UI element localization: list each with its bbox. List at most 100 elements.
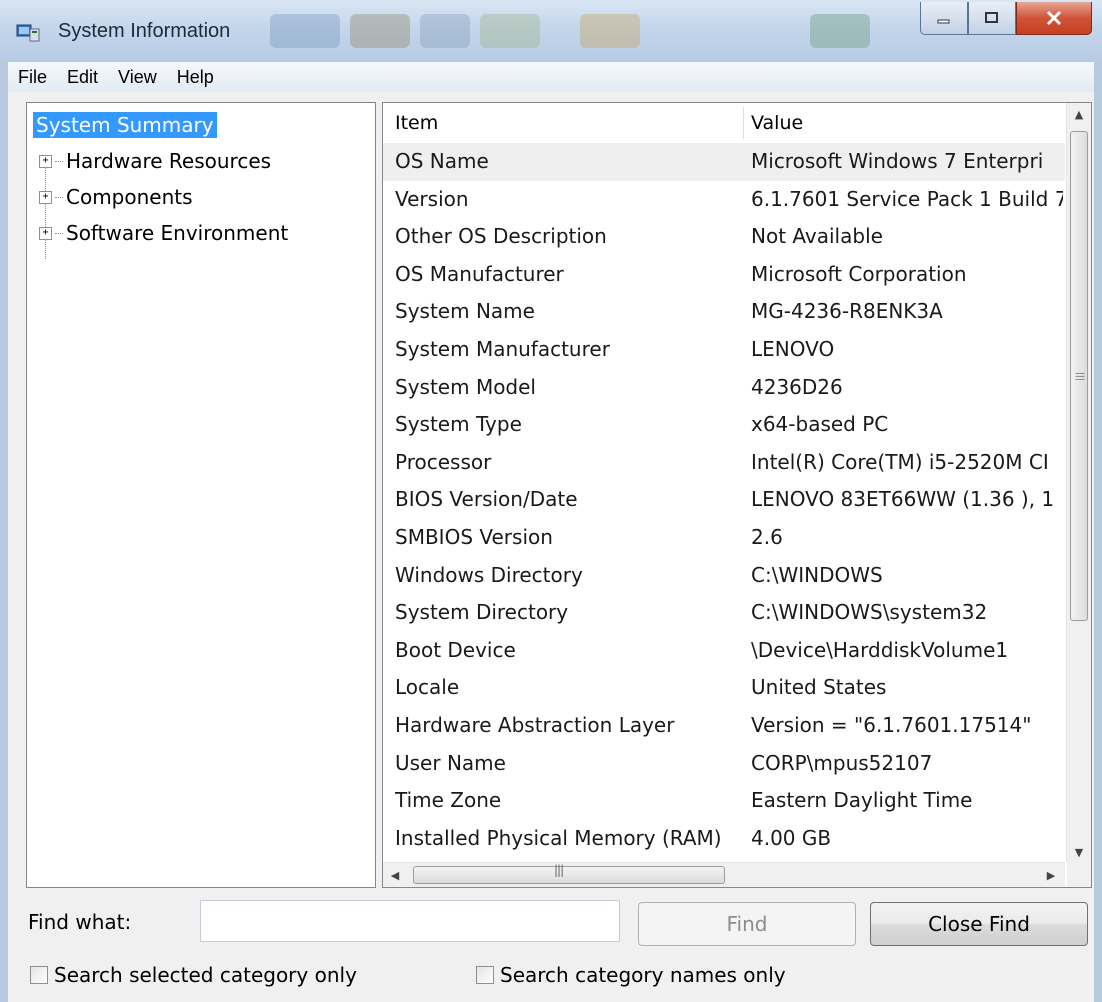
expand-icon[interactable]: + — [39, 154, 52, 168]
item-cell: Version — [395, 186, 469, 211]
list-rows: OS Name Microsoft Windows 7 Enterpri Versi… — [383, 143, 1065, 857]
scroll-up-icon[interactable]: ▲ — [1067, 103, 1091, 125]
find-input[interactable] — [200, 900, 620, 942]
value-cell: 4.00 GB — [751, 825, 832, 850]
item-cell: Installed Physical Memory (RAM) — [395, 825, 722, 850]
close-button[interactable] — [1016, 2, 1092, 35]
item-cell: SMBIOS Version — [395, 524, 553, 549]
find-what-label: Find what: — [28, 910, 132, 934]
scroll-down-icon[interactable]: ▼ — [1067, 841, 1091, 863]
maximize-icon — [985, 12, 998, 23]
value-cell: C:\WINDOWS\system32 — [751, 600, 988, 625]
table-row[interactable]: BIOS Version/Date LENOVO 83ET66WW (1.36 )… — [383, 481, 1065, 519]
grip-icon: ||| — [554, 863, 564, 877]
item-cell: Boot Device — [395, 637, 516, 662]
tree-item-software-environment[interactable]: + Software Environment — [27, 217, 288, 249]
item-cell: System Type — [395, 412, 522, 437]
table-row[interactable]: Time Zone Eastern Daylight Time — [383, 782, 1065, 820]
table-row[interactable]: System Manufacturer LENOVO — [383, 331, 1065, 369]
table-row[interactable]: Other OS Description Not Available — [383, 218, 1065, 256]
value-cell: 2.6 — [751, 524, 783, 549]
tree-item-system-summary[interactable]: System Summary — [33, 109, 217, 141]
tree-item-label: Software Environment — [66, 221, 289, 245]
search-category-names-checkbox[interactable]: Search category names only — [476, 962, 786, 988]
menu-bar: File Edit View Help — [8, 62, 1094, 92]
item-cell: User Name — [395, 750, 506, 775]
caption-buttons — [920, 2, 1092, 36]
client-area: System Summary + Hardware Resources + Co… — [8, 92, 1094, 1002]
grip-icon: — — — — [1075, 368, 1085, 385]
value-cell: Microsoft Corporation — [751, 261, 967, 286]
item-cell: Processor — [395, 449, 492, 474]
tree-item-label: System Summary — [33, 112, 217, 138]
item-cell: System Directory — [395, 600, 569, 625]
tree-dots — [55, 232, 63, 234]
list-header: Item Value — [383, 103, 1065, 144]
checkbox-label: Search category names only — [500, 963, 786, 987]
scroll-left-icon[interactable]: ◀ — [383, 864, 407, 886]
table-row[interactable]: Processor Intel(R) Core(TM) i5-2520M CI — [383, 444, 1065, 482]
system-information-window: System Information File Edit View Help S… — [0, 0, 1102, 1002]
category-tree[interactable]: System Summary + Hardware Resources + Co… — [26, 102, 376, 888]
menu-view[interactable]: View — [108, 67, 167, 88]
table-row[interactable]: User Name CORP\mpus52107 — [383, 745, 1065, 783]
horizontal-scroll-thumb[interactable]: ||| — [413, 863, 725, 884]
close-find-button[interactable]: Close Find — [870, 902, 1088, 946]
table-row[interactable]: Version 6.1.7601 Service Pack 1 Build 7 — [383, 181, 1065, 219]
table-row[interactable]: Installed Physical Memory (RAM) 4.00 GB — [383, 820, 1065, 858]
table-row[interactable]: OS Name Microsoft Windows 7 Enterpri — [383, 143, 1065, 181]
table-row[interactable]: Windows Directory C:\WINDOWS — [383, 557, 1065, 595]
table-row[interactable]: Locale United States — [383, 669, 1065, 707]
menu-edit[interactable]: Edit — [57, 67, 108, 88]
minimize-icon — [937, 19, 950, 24]
item-cell: System Name — [395, 299, 535, 324]
table-row[interactable]: Hardware Abstraction Layer Version = "6.1… — [383, 707, 1065, 745]
checkbox-box[interactable] — [30, 966, 48, 984]
item-cell: BIOS Version/Date — [395, 487, 578, 512]
table-row[interactable]: Boot Device \Device\HarddiskVolume1 — [383, 632, 1065, 670]
expand-icon[interactable]: + — [39, 190, 52, 204]
column-header-value[interactable]: Value — [751, 103, 803, 143]
system-information-icon[interactable] — [16, 22, 40, 42]
tree-item-components[interactable]: + Components — [27, 181, 193, 213]
value-cell: C:\WINDOWS — [751, 562, 883, 587]
value-cell: Microsoft Windows 7 Enterpri — [751, 149, 1044, 173]
menu-help[interactable]: Help — [167, 67, 224, 88]
item-cell: Locale — [395, 675, 460, 700]
scroll-right-icon[interactable]: ▶ — [1039, 864, 1063, 886]
item-cell: OS Name — [395, 149, 489, 173]
find-button[interactable]: Find — [638, 902, 856, 946]
tree-item-label: Hardware Resources — [66, 149, 272, 173]
column-header-item[interactable]: Item — [395, 103, 438, 143]
menu-file[interactable]: File — [8, 67, 57, 88]
value-cell: x64-based PC — [751, 412, 889, 437]
table-row[interactable]: System Name MG-4236-R8ENK3A — [383, 293, 1065, 331]
expand-icon[interactable]: + — [39, 226, 52, 240]
vertical-scrollbar[interactable]: ▲ — — — ▼ — [1066, 103, 1091, 863]
vertical-scroll-thumb[interactable]: — — — — [1070, 131, 1088, 621]
tree-dots — [55, 196, 63, 198]
horizontal-scrollbar[interactable]: ◀ ||| ▶ — [383, 862, 1065, 887]
search-selected-category-checkbox[interactable]: Search selected category only — [30, 962, 357, 988]
table-row[interactable]: System Model 4236D26 — [383, 369, 1065, 407]
table-row[interactable]: OS Manufacturer Microsoft Corporation — [383, 256, 1065, 294]
value-cell: LENOVO — [751, 336, 835, 361]
table-row[interactable]: SMBIOS Version 2.6 — [383, 519, 1065, 557]
column-separator[interactable] — [743, 107, 744, 139]
value-cell: 4236D26 — [751, 374, 843, 399]
table-row[interactable]: System Directory C:\WINDOWS\system32 — [383, 594, 1065, 632]
window-title: System Information — [58, 20, 231, 42]
tree-item-hardware-resources[interactable]: + Hardware Resources — [27, 145, 271, 177]
checkbox-label: Search selected category only — [54, 963, 357, 987]
minimize-button[interactable] — [920, 2, 968, 35]
tree-dots — [55, 160, 63, 162]
table-row[interactable]: System Type x64-based PC — [383, 406, 1065, 444]
maximize-button[interactable] — [968, 2, 1016, 35]
value-cell: CORP\mpus52107 — [751, 750, 933, 775]
value-cell: Version = "6.1.7601.17514" — [751, 712, 1032, 737]
checkbox-box[interactable] — [476, 966, 494, 984]
item-cell: Hardware Abstraction Layer — [395, 712, 675, 737]
title-bar[interactable]: System Information — [0, 0, 1102, 62]
value-cell: United States — [751, 675, 887, 700]
details-list[interactable]: Item Value OS Name Microsoft Windows 7 En… — [382, 102, 1092, 888]
